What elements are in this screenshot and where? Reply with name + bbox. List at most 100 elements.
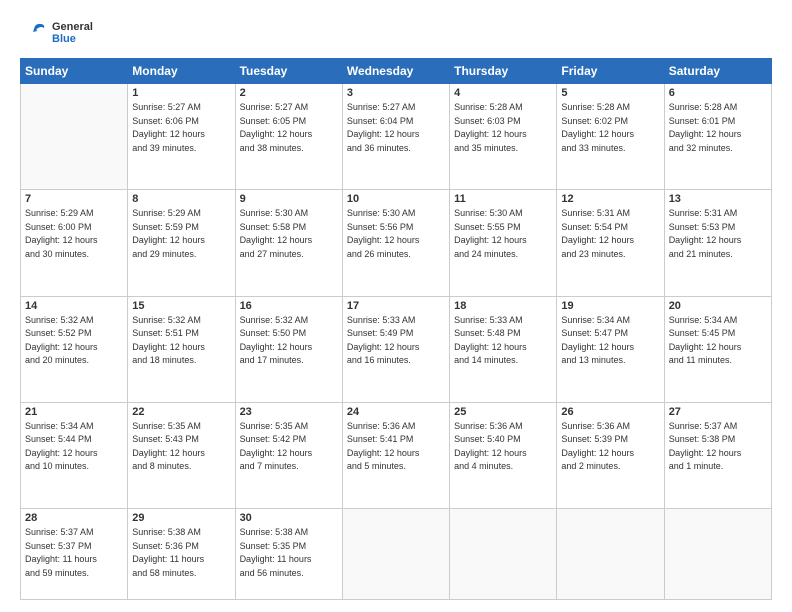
day-number: 13 <box>669 193 767 205</box>
day-number: 19 <box>561 300 659 312</box>
day-info: Sunrise: 5:30 AM Sunset: 5:55 PM Dayligh… <box>454 207 552 261</box>
day-info: Sunrise: 5:32 AM Sunset: 5:52 PM Dayligh… <box>25 314 123 368</box>
day-number: 16 <box>240 300 338 312</box>
day-number: 24 <box>347 406 445 418</box>
day-number: 20 <box>669 300 767 312</box>
calendar-cell <box>21 84 128 190</box>
weekday-header-wednesday: Wednesday <box>342 59 449 84</box>
calendar-cell: 5Sunrise: 5:28 AM Sunset: 6:02 PM Daylig… <box>557 84 664 190</box>
calendar-week-0: 1 Sunrise: 5:27 AM Sunset: 6:06 PM Daylig… <box>21 84 772 190</box>
day-number: 17 <box>347 300 445 312</box>
day-info: Sunrise: 5:31 AM Sunset: 5:53 PM Dayligh… <box>669 207 767 261</box>
calendar-week-1: 7 Sunrise: 5:29 AM Sunset: 6:00 PM Daylig… <box>21 190 772 296</box>
calendar-cell: 20 Sunrise: 5:34 AM Sunset: 5:45 PM Dayli… <box>664 296 771 402</box>
day-number: 28 <box>25 512 123 524</box>
day-info: Sunrise: 5:28 AM Sunset: 6:03 PM Dayligh… <box>454 101 552 155</box>
day-info: Sunrise: 5:34 AM Sunset: 5:44 PM Dayligh… <box>25 420 123 474</box>
day-info: Sunrise: 5:37 AM Sunset: 5:38 PM Dayligh… <box>669 420 767 474</box>
day-info: Sunrise: 5:28 AM Sunset: 6:01 PM Dayligh… <box>669 101 767 155</box>
calendar-cell: 13 Sunrise: 5:31 AM Sunset: 5:53 PM Dayli… <box>664 190 771 296</box>
day-info: Sunrise: 5:36 AM Sunset: 5:41 PM Dayligh… <box>347 420 445 474</box>
calendar-week-3: 21 Sunrise: 5:34 AM Sunset: 5:44 PM Dayli… <box>21 402 772 508</box>
day-number: 22 <box>132 406 230 418</box>
calendar-cell: 3 Sunrise: 5:27 AM Sunset: 6:04 PM Daylig… <box>342 84 449 190</box>
logo: General Blue <box>20 18 93 48</box>
day-number: 25 <box>454 406 552 418</box>
day-number: 1 <box>132 87 230 99</box>
day-info: Sunrise: 5:35 AM Sunset: 5:43 PM Dayligh… <box>132 420 230 474</box>
calendar-cell: 28 Sunrise: 5:37 AM Sunset: 5:37 PM Dayli… <box>21 509 128 600</box>
day-number: 2 <box>240 87 338 99</box>
calendar-cell: 29 Sunrise: 5:38 AM Sunset: 5:36 PM Dayli… <box>128 509 235 600</box>
calendar-cell: 24 Sunrise: 5:36 AM Sunset: 5:41 PM Dayli… <box>342 402 449 508</box>
calendar-cell: 2 Sunrise: 5:27 AM Sunset: 6:05 PM Daylig… <box>235 84 342 190</box>
day-info: Sunrise: 5:30 AM Sunset: 5:58 PM Dayligh… <box>240 207 338 261</box>
day-info: Sunrise: 5:27 AM Sunset: 6:04 PM Dayligh… <box>347 101 445 155</box>
calendar-table: SundayMondayTuesdayWednesdayThursdayFrid… <box>20 58 772 600</box>
calendar-cell: 6Sunrise: 5:28 AM Sunset: 6:01 PM Daylig… <box>664 84 771 190</box>
day-info: Sunrise: 5:34 AM Sunset: 5:45 PM Dayligh… <box>669 314 767 368</box>
day-info: Sunrise: 5:38 AM Sunset: 5:36 PM Dayligh… <box>132 526 230 580</box>
day-info: Sunrise: 5:29 AM Sunset: 6:00 PM Dayligh… <box>25 207 123 261</box>
day-info: Sunrise: 5:31 AM Sunset: 5:54 PM Dayligh… <box>561 207 659 261</box>
day-number: 30 <box>240 512 338 524</box>
day-info: Sunrise: 5:34 AM Sunset: 5:47 PM Dayligh… <box>561 314 659 368</box>
day-number: 7 <box>25 193 123 205</box>
calendar-cell: 30 Sunrise: 5:38 AM Sunset: 5:35 PM Dayli… <box>235 509 342 600</box>
calendar-cell: 17 Sunrise: 5:33 AM Sunset: 5:49 PM Dayli… <box>342 296 449 402</box>
calendar-cell: 4 Sunrise: 5:28 AM Sunset: 6:03 PM Daylig… <box>450 84 557 190</box>
day-number: 14 <box>25 300 123 312</box>
calendar-cell: 16 Sunrise: 5:32 AM Sunset: 5:50 PM Dayli… <box>235 296 342 402</box>
weekday-header-row: SundayMondayTuesdayWednesdayThursdayFrid… <box>21 59 772 84</box>
day-number: 21 <box>25 406 123 418</box>
calendar-week-2: 14 Sunrise: 5:32 AM Sunset: 5:52 PM Dayli… <box>21 296 772 402</box>
day-info: Sunrise: 5:29 AM Sunset: 5:59 PM Dayligh… <box>132 207 230 261</box>
calendar-week-4: 28 Sunrise: 5:37 AM Sunset: 5:37 PM Dayli… <box>21 509 772 600</box>
calendar-cell: 12 Sunrise: 5:31 AM Sunset: 5:54 PM Dayli… <box>557 190 664 296</box>
day-number: 8 <box>132 193 230 205</box>
calendar-cell: 1 Sunrise: 5:27 AM Sunset: 6:06 PM Daylig… <box>128 84 235 190</box>
day-number: 29 <box>132 512 230 524</box>
calendar-cell: 19 Sunrise: 5:34 AM Sunset: 5:47 PM Dayli… <box>557 296 664 402</box>
header: General Blue <box>20 18 772 48</box>
calendar-cell <box>450 509 557 600</box>
day-number: 27 <box>669 406 767 418</box>
day-number: 26 <box>561 406 659 418</box>
day-number: 9 <box>240 193 338 205</box>
day-info: Sunrise: 5:33 AM Sunset: 5:49 PM Dayligh… <box>347 314 445 368</box>
calendar-cell <box>664 509 771 600</box>
day-info: Sunrise: 5:35 AM Sunset: 5:42 PM Dayligh… <box>240 420 338 474</box>
logo-blue: Blue <box>52 33 93 45</box>
calendar-cell: 21 Sunrise: 5:34 AM Sunset: 5:44 PM Dayli… <box>21 402 128 508</box>
day-number: 23 <box>240 406 338 418</box>
calendar-cell: 10Sunrise: 5:30 AM Sunset: 5:56 PM Dayli… <box>342 190 449 296</box>
page: General Blue SundayMondayTuesdayWednesda… <box>0 0 792 612</box>
weekday-header-saturday: Saturday <box>664 59 771 84</box>
day-number: 18 <box>454 300 552 312</box>
calendar-cell: 7 Sunrise: 5:29 AM Sunset: 6:00 PM Daylig… <box>21 190 128 296</box>
day-number: 10 <box>347 193 445 205</box>
day-info: Sunrise: 5:32 AM Sunset: 5:50 PM Dayligh… <box>240 314 338 368</box>
day-number: 12 <box>561 193 659 205</box>
calendar-cell: 23 Sunrise: 5:35 AM Sunset: 5:42 PM Dayli… <box>235 402 342 508</box>
day-info: Sunrise: 5:27 AM Sunset: 6:06 PM Dayligh… <box>132 101 230 155</box>
weekday-header-thursday: Thursday <box>450 59 557 84</box>
calendar-cell: 11Sunrise: 5:30 AM Sunset: 5:55 PM Dayli… <box>450 190 557 296</box>
day-info: Sunrise: 5:27 AM Sunset: 6:05 PM Dayligh… <box>240 101 338 155</box>
calendar-cell: 26 Sunrise: 5:36 AM Sunset: 5:39 PM Dayli… <box>557 402 664 508</box>
day-number: 4 <box>454 87 552 99</box>
day-number: 3 <box>347 87 445 99</box>
calendar-cell: 18Sunrise: 5:33 AM Sunset: 5:48 PM Dayli… <box>450 296 557 402</box>
weekday-header-monday: Monday <box>128 59 235 84</box>
day-info: Sunrise: 5:38 AM Sunset: 5:35 PM Dayligh… <box>240 526 338 580</box>
day-info: Sunrise: 5:32 AM Sunset: 5:51 PM Dayligh… <box>132 314 230 368</box>
calendar-cell: 8 Sunrise: 5:29 AM Sunset: 5:59 PM Daylig… <box>128 190 235 296</box>
day-info: Sunrise: 5:36 AM Sunset: 5:39 PM Dayligh… <box>561 420 659 474</box>
day-info: Sunrise: 5:37 AM Sunset: 5:37 PM Dayligh… <box>25 526 123 580</box>
calendar-cell: 14 Sunrise: 5:32 AM Sunset: 5:52 PM Dayli… <box>21 296 128 402</box>
day-number: 5 <box>561 87 659 99</box>
logo-bird-icon <box>20 18 50 48</box>
calendar-cell: 15Sunrise: 5:32 AM Sunset: 5:51 PM Dayli… <box>128 296 235 402</box>
logo-general: General <box>52 21 93 33</box>
calendar-cell: 27 Sunrise: 5:37 AM Sunset: 5:38 PM Dayli… <box>664 402 771 508</box>
